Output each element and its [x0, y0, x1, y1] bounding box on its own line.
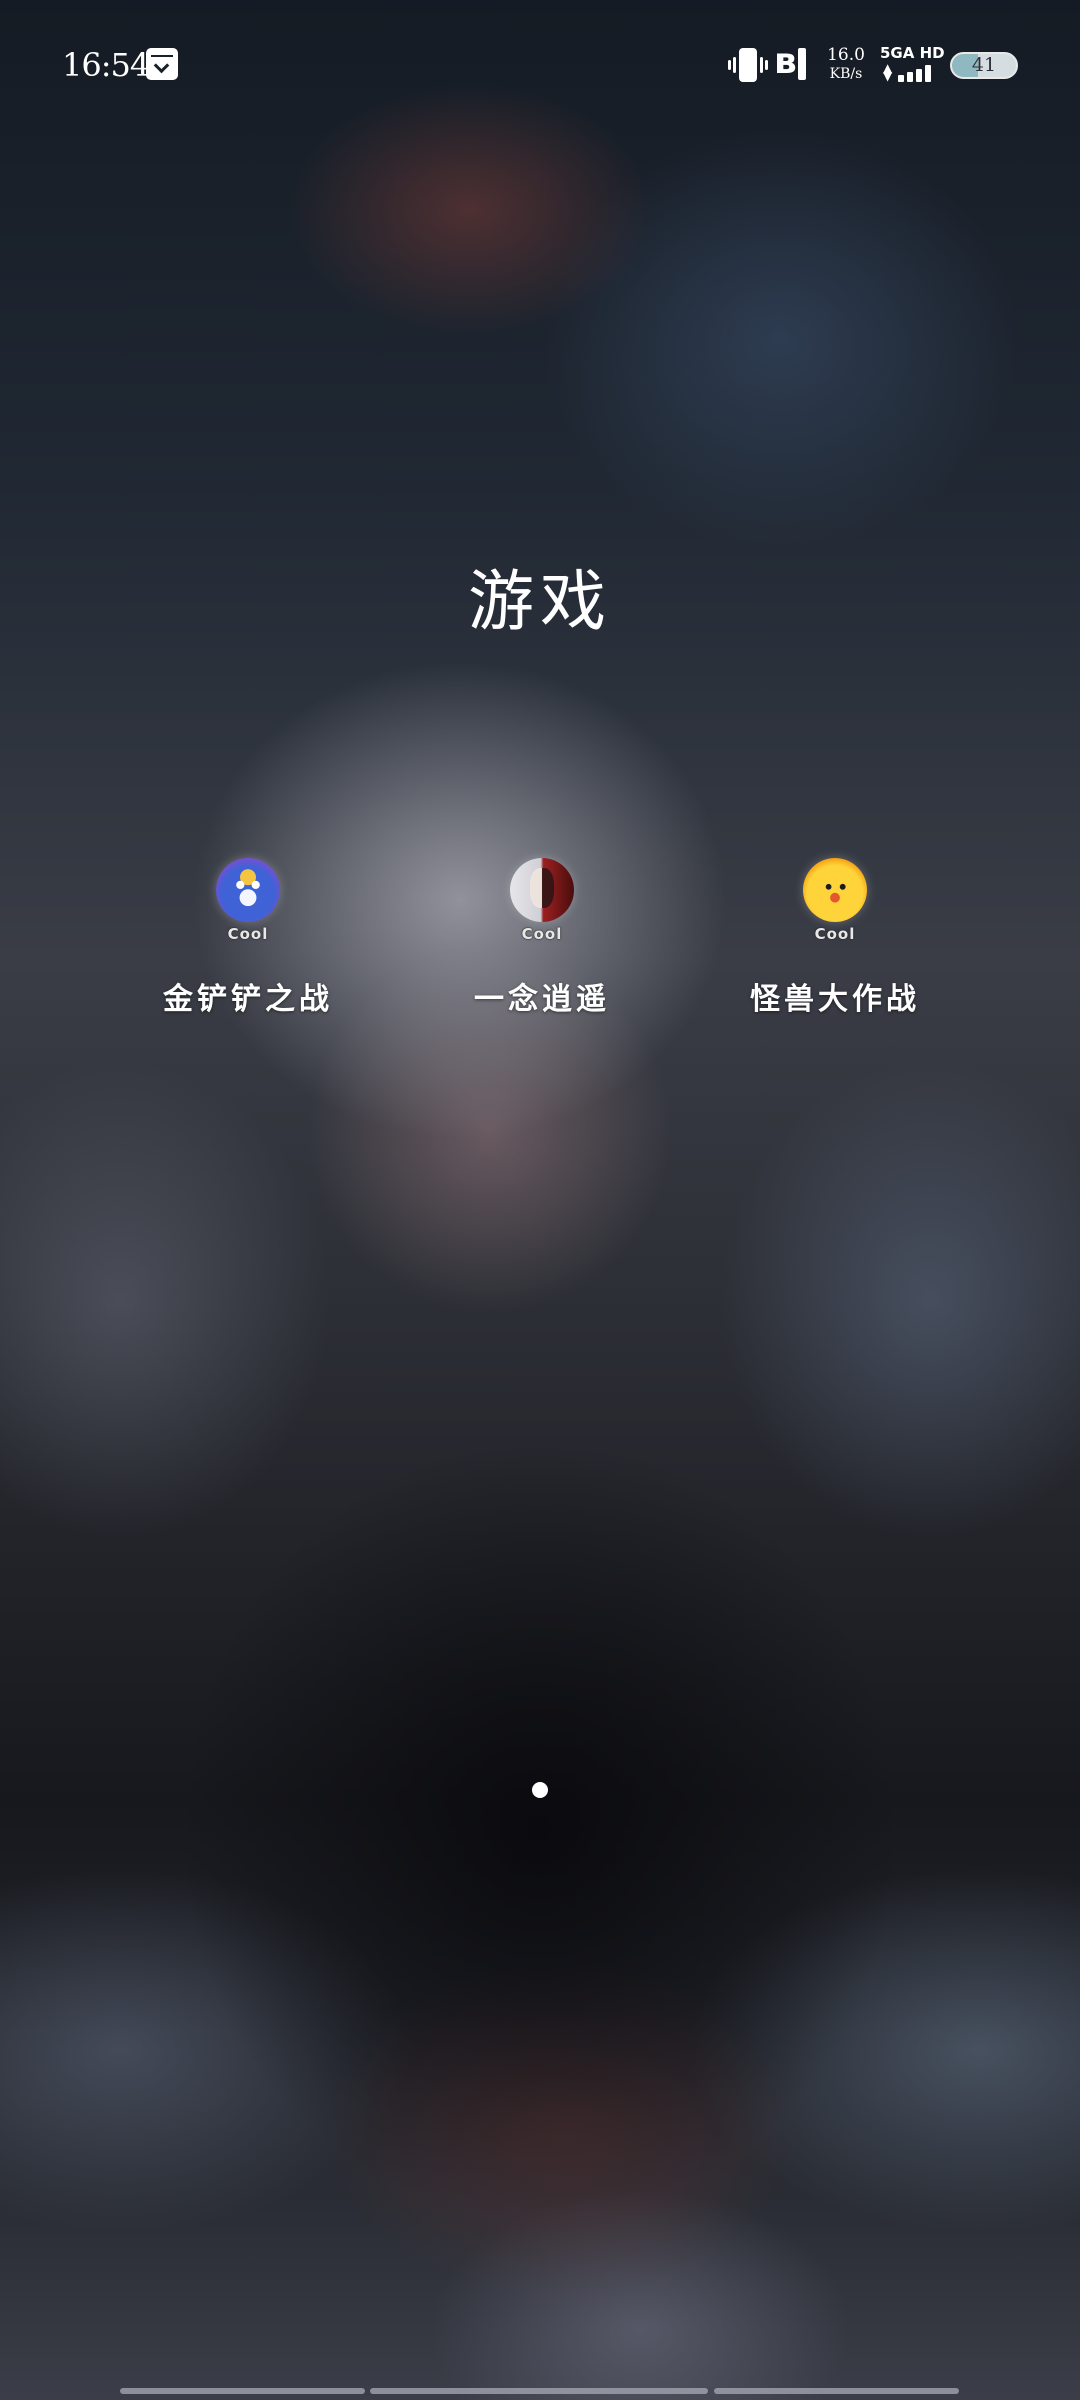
network-speed-value: 16.0 [827, 45, 865, 65]
page-indicator-dot [532, 1782, 548, 1798]
app-shortcut[interactable]: Cool 一念逍遥 [412, 850, 672, 1020]
penguin-mascot-icon[interactable] [216, 858, 280, 922]
battery-icon: 41 [950, 52, 1018, 79]
cool-badge: Cool [521, 925, 563, 943]
network-speed: 16.0 KB/s [826, 46, 866, 84]
vibrate-icon [728, 48, 768, 82]
app-label: 怪兽大作战 [750, 982, 920, 1017]
cool-badge: Cool [814, 925, 856, 943]
app-label: 金铲铲之战 [163, 982, 333, 1017]
signal-bars-icon: 5GA HD ▲ ▼ [878, 44, 945, 84]
cool-badge: Cool [227, 925, 269, 943]
inbox-download-icon [146, 48, 178, 80]
app-shortcut[interactable]: Cool 怪兽大作战 [705, 850, 965, 1020]
warrior-face-icon[interactable] [510, 858, 574, 922]
app-shortcut[interactable]: Cool 金铲铲之战 [118, 850, 378, 1020]
battery-level: 41 [971, 54, 997, 76]
status-time: 16:54 [62, 46, 150, 84]
gesture-bar-left[interactable] [120, 2388, 365, 2394]
network-speed-unit: KB/s [829, 66, 863, 82]
folder-title[interactable]: 游戏 [0, 548, 1080, 644]
home-screen-folder-view: 16:54 ʙ 16.0 KB/s 5GA HD ▲ ▼ 41 游戏 Cool … [0, 0, 1080, 2400]
gesture-bar-right[interactable] [714, 2388, 959, 2394]
gesture-bar-center[interactable] [370, 2388, 708, 2394]
yellow-chick-icon[interactable] [803, 858, 867, 922]
network-type-label: 5GA HD [880, 44, 945, 62]
app-label: 一念逍遥 [474, 982, 610, 1017]
status-bar: 16:54 ʙ 16.0 KB/s 5GA HD ▲ ▼ 41 [0, 0, 1080, 130]
data-activity-icon: ▲ ▼ [883, 61, 893, 83]
bluetooth-icon: ʙ [774, 42, 808, 84]
